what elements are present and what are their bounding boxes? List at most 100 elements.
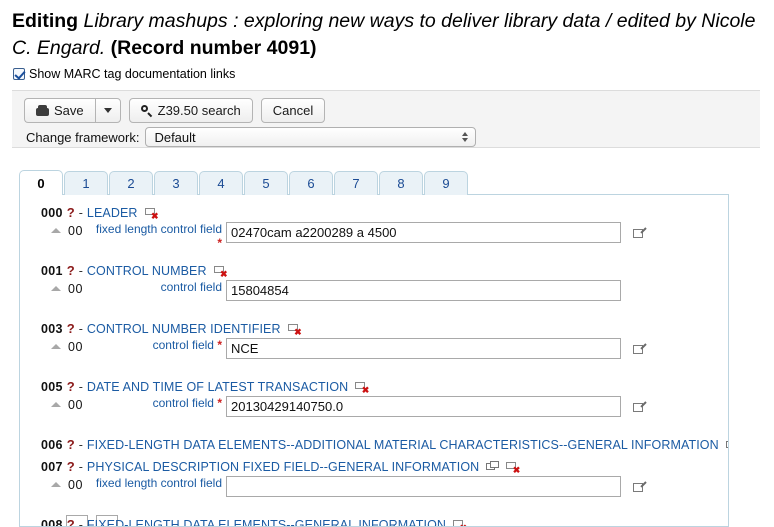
marc-tab-7[interactable]: 7 xyxy=(334,171,378,195)
marc-subfield-input[interactable]: NCE xyxy=(226,338,621,359)
marc-subfield-input[interactable]: 15804854 xyxy=(226,280,621,301)
marc-tab-2[interactable]: 2 xyxy=(109,171,153,195)
collapse-subfield-icon[interactable] xyxy=(51,402,61,407)
marc-subfield-input[interactable] xyxy=(226,476,621,497)
marc-subfield-code: 00 xyxy=(68,478,83,492)
marc-tag-header: 008?-FIXED-LENGTH DATA ELEMENTS--GENERAL… xyxy=(41,517,466,527)
required-marker: * xyxy=(217,236,222,250)
marc-tag-name[interactable]: PHYSICAL DESCRIPTION FIXED FIELD--GENERA… xyxy=(87,460,479,474)
collapse-subfield-icon[interactable] xyxy=(51,482,61,487)
delete-tag-icon[interactable] xyxy=(214,265,227,276)
delete-tag-icon[interactable] xyxy=(355,381,368,392)
save-disk-icon xyxy=(36,105,49,116)
marc-tag-header: 006?-FIXED-LENGTH DATA ELEMENTS--ADDITIO… xyxy=(41,437,729,452)
marc-tag-dash: - xyxy=(79,206,83,220)
edit-subfield-slot xyxy=(633,226,646,244)
marc-tag-header: 000?-LEADER xyxy=(41,205,158,220)
marc-tag-help-link[interactable]: ? xyxy=(67,437,75,452)
delete-tag-icon[interactable] xyxy=(145,207,158,218)
marc-subfield-code: 00 xyxy=(68,282,83,296)
marc-tag-name[interactable]: CONTROL NUMBER IDENTIFIER xyxy=(87,322,281,336)
marc-tag-number: 000 xyxy=(41,206,63,220)
marc-tab-label: 8 xyxy=(397,176,404,191)
repeat-tag-icon[interactable] xyxy=(486,461,499,472)
show-marc-doc-links-label: Show MARC tag documentation links xyxy=(29,67,235,81)
change-framework-label: Change framework: xyxy=(26,130,139,145)
marc-tag-header: 007?-PHYSICAL DESCRIPTION FIXED FIELD--G… xyxy=(41,459,519,474)
marc-subfield-code: 00 xyxy=(68,340,83,354)
marc-tag-header: 001?-CONTROL NUMBER xyxy=(41,263,227,278)
delete-tag-icon[interactable] xyxy=(453,519,466,527)
delete-tag-icon[interactable] xyxy=(506,461,519,472)
marc-subfield-label-text: control field xyxy=(153,338,214,352)
marc-tag-dash: - xyxy=(79,460,83,474)
search-icon xyxy=(141,105,153,117)
cancel-button-label: Cancel xyxy=(273,103,313,118)
marc-tag-help-link[interactable]: ? xyxy=(67,321,75,336)
marc-subfield-label-text: control field xyxy=(153,396,214,410)
marc-tab-label: 3 xyxy=(172,176,179,191)
marc-tab-label: 5 xyxy=(262,176,269,191)
save-dropdown-button[interactable] xyxy=(95,98,121,123)
marc-tab-label: 2 xyxy=(127,176,134,191)
marc-tag-name[interactable]: LEADER xyxy=(87,206,138,220)
z3950-search-label: Z39.50 search xyxy=(158,103,241,118)
marc-tab-9[interactable]: 9 xyxy=(424,171,468,195)
marc-tag-name[interactable]: FIXED-LENGTH DATA ELEMENTS--GENERAL INFO… xyxy=(87,518,446,527)
edit-subfield-icon[interactable] xyxy=(633,481,646,493)
marc-tag-number: 007 xyxy=(41,460,63,474)
marc-subfield-label-text: fixed length control field xyxy=(96,222,222,236)
edit-subfield-icon[interactable] xyxy=(633,401,646,413)
marc-tag-name[interactable]: CONTROL NUMBER xyxy=(87,264,207,278)
z3950-search-button[interactable]: Z39.50 search xyxy=(129,98,253,123)
save-button-label: Save xyxy=(54,103,84,118)
framework-select-value: Default xyxy=(154,130,195,145)
toolbar-button-row: Save Z39.50 search Cancel xyxy=(24,98,325,123)
marc-tab-4[interactable]: 4 xyxy=(199,171,243,195)
marc-subfield-label: fixed length control field * xyxy=(90,222,222,250)
marc-tab-6[interactable]: 6 xyxy=(289,171,333,195)
marc-tab-5[interactable]: 5 xyxy=(244,171,288,195)
marc-tag-header: 003?-CONTROL NUMBER IDENTIFIER xyxy=(41,321,301,336)
marc-subfield-input[interactable]: 20130429140750.0 xyxy=(226,396,621,417)
marc-tag-dash: - xyxy=(79,264,83,278)
repeat-tag-icon[interactable] xyxy=(726,439,729,450)
marc-tag-name[interactable]: DATE AND TIME OF LATEST TRANSACTION xyxy=(87,380,348,394)
marc-tag-help-link[interactable]: ? xyxy=(67,459,75,474)
marc-tab-1[interactable]: 1 xyxy=(64,171,108,195)
marc-tab-0[interactable]: 0 xyxy=(19,170,63,195)
collapse-subfield-icon[interactable] xyxy=(51,286,61,291)
required-marker: * xyxy=(217,338,222,352)
marc-tab-label: 7 xyxy=(352,176,359,191)
show-marc-doc-links-row[interactable]: Show MARC tag documentation links xyxy=(13,67,235,81)
marc-tag-help-link[interactable]: ? xyxy=(67,517,75,527)
editor-toolbar: Save Z39.50 search Cancel Change framewo… xyxy=(12,90,760,148)
edit-subfield-icon[interactable] xyxy=(633,343,646,355)
cancel-button[interactable]: Cancel xyxy=(261,98,325,123)
marc-tab-label: 1 xyxy=(82,176,89,191)
marc-tag-number: 003 xyxy=(41,322,63,336)
marc-tag-number: 001 xyxy=(41,264,63,278)
marc-tab-8[interactable]: 8 xyxy=(379,171,423,195)
marc-tag-help-link[interactable]: ? xyxy=(67,263,75,278)
marc-tab-label: 0 xyxy=(37,176,44,191)
edit-subfield-slot xyxy=(633,480,646,498)
marc-tag-help-link[interactable]: ? xyxy=(67,205,75,220)
framework-select[interactable]: Default xyxy=(145,127,476,147)
marc-tag-name[interactable]: FIXED-LENGTH DATA ELEMENTS--ADDITIONAL M… xyxy=(87,438,719,452)
show-marc-doc-links-checkbox[interactable] xyxy=(13,68,25,80)
edit-subfield-icon[interactable] xyxy=(633,227,646,239)
delete-tag-icon[interactable] xyxy=(288,323,301,334)
marc-tab-label: 4 xyxy=(217,176,224,191)
change-framework-row: Change framework: Default xyxy=(26,127,476,147)
marc-subfield-label-text: fixed length control field xyxy=(96,476,222,490)
marc-subfield-input[interactable]: 02470cam a2200289 a 4500 xyxy=(226,222,621,243)
marc-tab-3[interactable]: 3 xyxy=(154,171,198,195)
edit-subfield-slot xyxy=(633,342,646,360)
marc-tag-help-link[interactable]: ? xyxy=(67,379,75,394)
collapse-subfield-icon[interactable] xyxy=(51,228,61,233)
marc-subfield-label: control field * xyxy=(90,396,222,410)
marc-tab-bar: 0 1 2 3 4 5 6 7 8 9 xyxy=(19,170,468,195)
collapse-subfield-icon[interactable] xyxy=(51,344,61,349)
save-button[interactable]: Save xyxy=(24,98,95,123)
